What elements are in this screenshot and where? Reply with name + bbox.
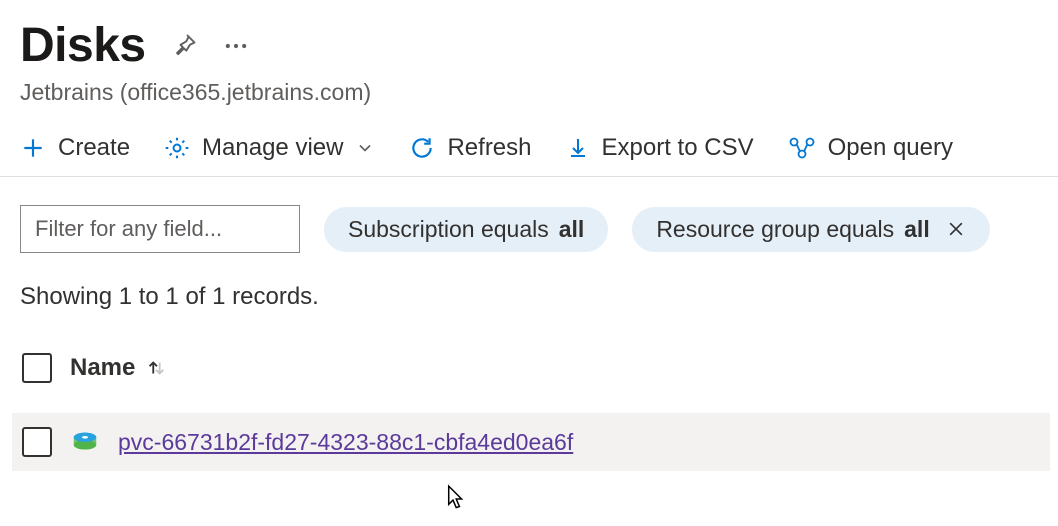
column-header-name-label: Name: [70, 354, 135, 382]
filter-pill-subscription[interactable]: Subscription equals all: [324, 207, 608, 252]
pin-icon[interactable]: [170, 32, 198, 60]
filter-pill-subscription-value: all: [559, 216, 585, 243]
filter-pill-resourcegroup-value: all: [904, 216, 930, 243]
table-row[interactable]: pvc-66731b2f-fd27-4323-88c1-cbfa4ed0ea6f: [12, 413, 1050, 471]
sort-icon: [145, 357, 167, 379]
disk-name-link[interactable]: pvc-66731b2f-fd27-4323-88c1-cbfa4ed0ea6f: [118, 429, 573, 456]
row-checkbox[interactable]: [22, 427, 52, 457]
create-label: Create: [58, 134, 130, 162]
gear-icon: [164, 135, 190, 161]
filter-pill-subscription-prefix: Subscription equals: [348, 216, 549, 243]
select-all-checkbox[interactable]: [22, 353, 52, 383]
export-button[interactable]: Export to CSV: [566, 134, 754, 162]
refresh-label: Refresh: [447, 134, 531, 162]
export-label: Export to CSV: [602, 134, 754, 162]
records-count: Showing 1 to 1 of 1 records.: [0, 253, 1058, 311]
table-header-row: Name: [20, 345, 1058, 391]
more-icon[interactable]: [222, 32, 250, 60]
cursor-icon: [440, 484, 466, 514]
close-icon[interactable]: [946, 219, 966, 239]
toolbar: Create Manage view Refresh: [0, 106, 1058, 177]
filter-input[interactable]: [20, 205, 300, 253]
download-icon: [566, 136, 590, 160]
chevron-down-icon: [355, 138, 375, 158]
create-button[interactable]: Create: [20, 134, 130, 162]
disk-icon: [70, 427, 100, 457]
refresh-icon: [409, 135, 435, 161]
filter-pill-resourcegroup-prefix: Resource group equals: [656, 216, 894, 243]
manage-view-label: Manage view: [202, 134, 343, 162]
open-query-label: Open query: [828, 134, 953, 162]
query-icon: [788, 135, 816, 161]
column-header-name[interactable]: Name: [70, 354, 167, 382]
manage-view-button[interactable]: Manage view: [164, 134, 375, 162]
refresh-button[interactable]: Refresh: [409, 134, 531, 162]
page-title: Disks: [20, 18, 146, 73]
subtitle: Jetbrains (office365.jetbrains.com): [20, 79, 1038, 106]
open-query-button[interactable]: Open query: [788, 134, 953, 162]
plus-icon: [20, 135, 46, 161]
filter-pill-resourcegroup[interactable]: Resource group equals all: [632, 207, 989, 252]
